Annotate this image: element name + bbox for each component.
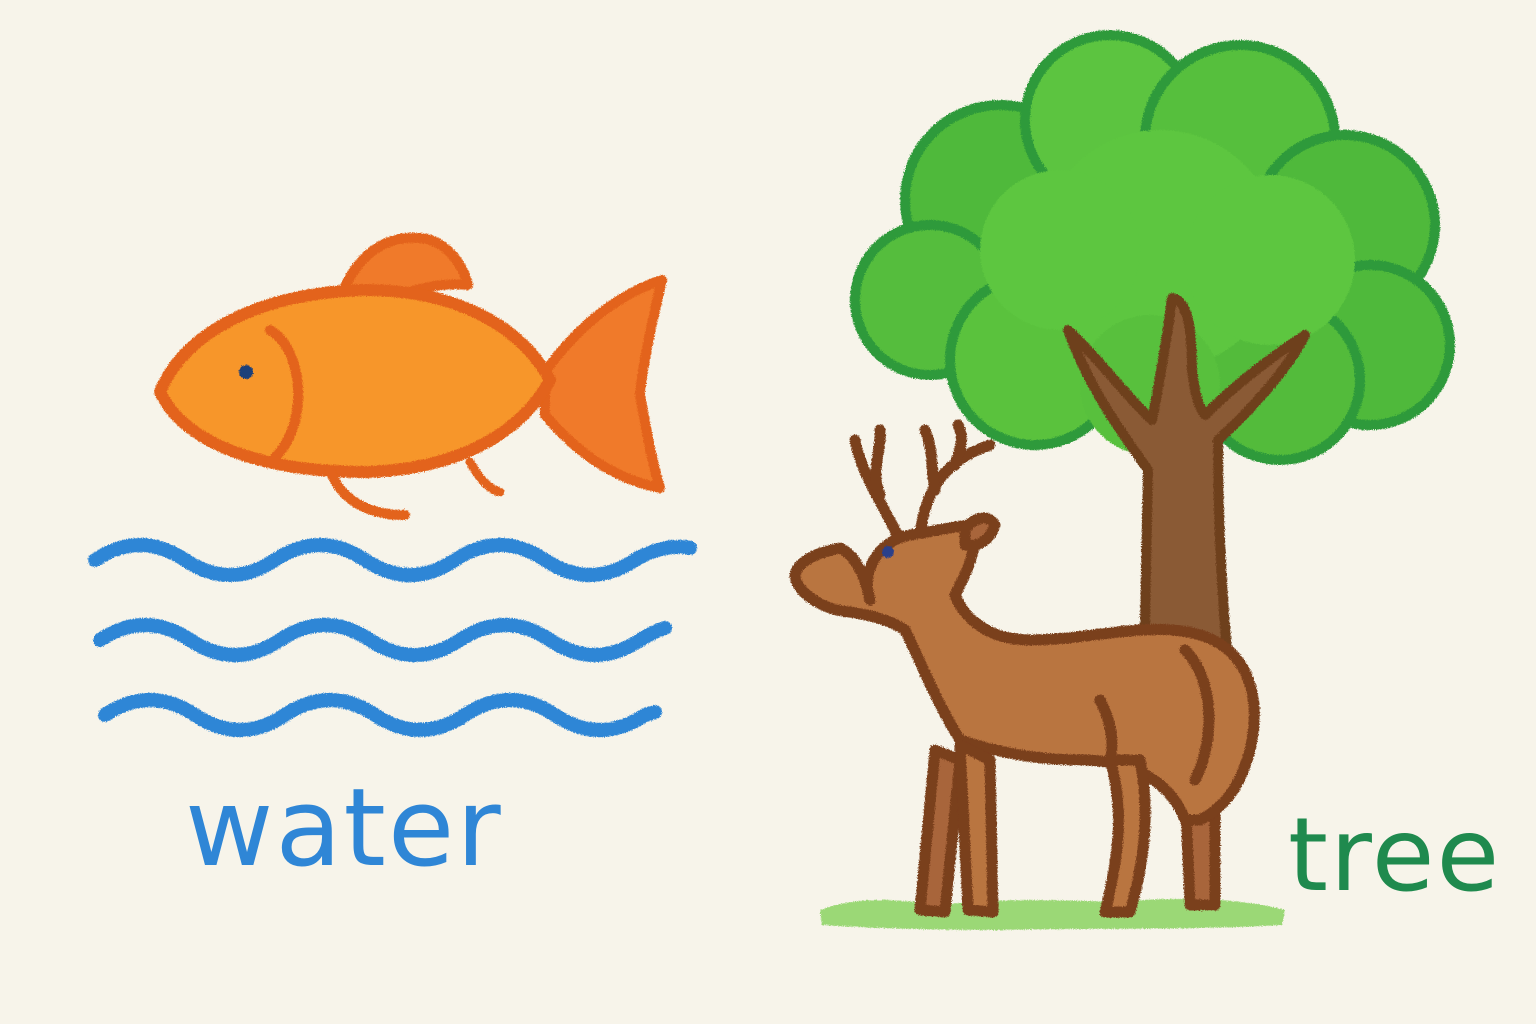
water-waves-icon (88, 538, 697, 737)
fish-icon (154, 232, 667, 520)
tree-label: tree (1288, 796, 1502, 915)
water-label: water (185, 766, 503, 891)
crayon-drawing-canvas: water tree (0, 0, 1536, 1024)
